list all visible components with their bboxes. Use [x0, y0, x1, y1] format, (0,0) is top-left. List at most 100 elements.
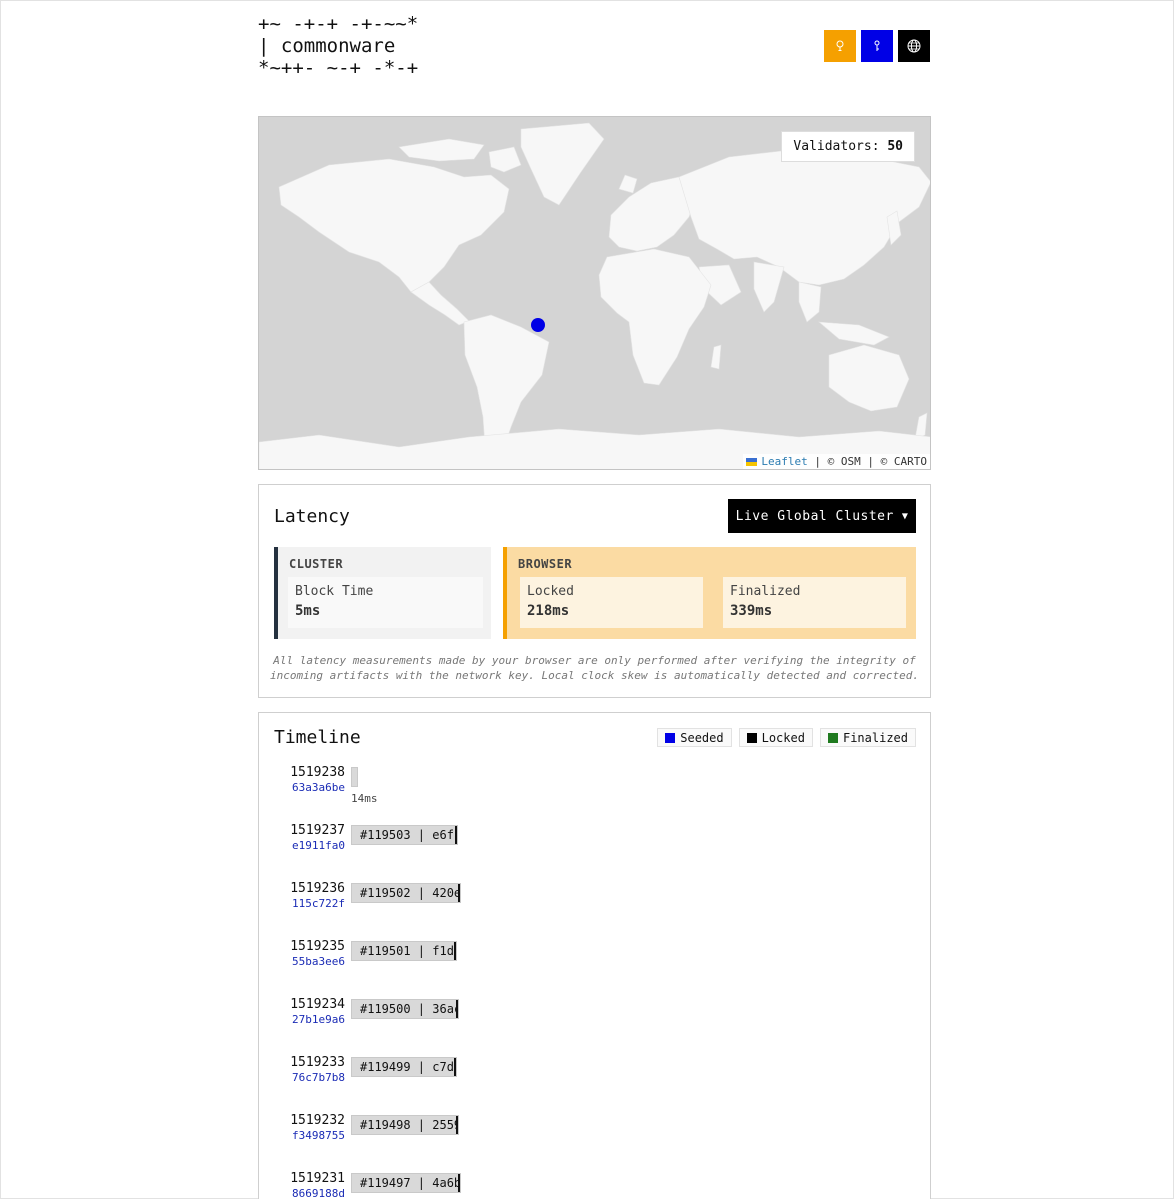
- timeline-bar: [351, 767, 358, 787]
- timeline-bar[interactable]: #119499 | c7da: [351, 1057, 457, 1077]
- validators-label: Validators:: [793, 139, 880, 154]
- view-hash[interactable]: 63a3a6be: [279, 781, 345, 794]
- locked-marker: [458, 884, 460, 902]
- row-header: 1519233 76c7b7b8: [279, 1055, 345, 1084]
- ukraine-flag-icon: [746, 458, 758, 466]
- finalized-label: Finalized: [730, 584, 801, 599]
- row-header: 1519235 55ba3ee6: [279, 939, 345, 968]
- view-number: 1519234: [290, 997, 345, 1012]
- timeline-legend: Seeded Locked Finalized: [657, 728, 916, 747]
- block-label: #119503 | e6fb: [360, 828, 458, 842]
- cluster-select-label: Live Global Cluster: [735, 508, 894, 524]
- timeline-bar[interactable]: #119503 | e6fb: [351, 825, 458, 845]
- row-header: 1519232 f3498755: [279, 1113, 345, 1142]
- latency-note: All latency measurements made by your br…: [269, 654, 919, 682]
- timeline-bar[interactable]: #119498 | 2559: [351, 1115, 459, 1135]
- locked-marker: [454, 1058, 456, 1076]
- key-button[interactable]: [861, 30, 893, 62]
- seed-latency: 14ms: [351, 792, 378, 805]
- browser-heading: BROWSER: [518, 557, 573, 571]
- view-hash[interactable]: 115c722f: [279, 897, 345, 910]
- locked-metric: Locked 218ms: [520, 577, 703, 628]
- timeline-row: 1519235 55ba3ee6 #119501 | f1da: [259, 939, 930, 997]
- validators-count: 50: [887, 139, 903, 154]
- timeline-title: Timeline: [274, 727, 361, 748]
- legend-locked: Locked: [738, 728, 813, 747]
- view-hash[interactable]: 8669188d: [279, 1187, 345, 1199]
- block-label: #119502 | 420e: [360, 886, 461, 900]
- globe-icon: [907, 39, 921, 53]
- block-time-metric: Block Time 5ms: [288, 577, 483, 628]
- view-hash[interactable]: 76c7b7b8: [279, 1071, 345, 1084]
- view-hash[interactable]: e1911fa0: [279, 839, 345, 852]
- locked-marker: [455, 826, 457, 844]
- timeline-row: 1519231 8669188d #119497 | 4a6b: [259, 1171, 930, 1199]
- latency-title: Latency: [274, 506, 350, 527]
- header-buttons: [824, 30, 930, 62]
- seeded-swatch: [665, 732, 676, 743]
- block-label: #119499 | c7da: [360, 1060, 457, 1074]
- row-header: 1519237 e1911fa0: [279, 823, 345, 852]
- view-hash[interactable]: 27b1e9a6: [279, 1013, 345, 1026]
- view-hash[interactable]: f3498755: [279, 1129, 345, 1142]
- row-header: 1519234 27b1e9a6: [279, 997, 345, 1026]
- locked-marker: [454, 942, 456, 960]
- block-label: #119501 | f1da: [360, 944, 457, 958]
- legend-finalized: Finalized: [819, 728, 916, 747]
- logo-line-3: *~++- ~-+ -*-+: [258, 57, 419, 79]
- finalized-swatch: [827, 732, 838, 743]
- finalized-value: 339ms: [730, 603, 773, 619]
- timeline-row: 1519232 f3498755 #119498 | 2559: [259, 1113, 930, 1171]
- lightbulb-icon: [836, 40, 844, 51]
- key-icon: [874, 40, 880, 51]
- timeline-bar[interactable]: #119497 | 4a6b: [351, 1173, 461, 1193]
- timeline-card: Timeline Seeded Locked Finalized 1519238…: [258, 712, 931, 1199]
- locked-marker: [458, 1174, 460, 1192]
- legend-seeded-label: Seeded: [680, 730, 724, 745]
- validator-marker: [531, 318, 545, 332]
- legend-seeded: Seeded: [657, 728, 732, 747]
- locked-marker: [456, 1000, 458, 1018]
- map-attribution: Leaflet | © OSM | © CARTO: [743, 454, 930, 469]
- validators-count-badge: Validators: 50: [781, 131, 915, 162]
- cluster-heading: CLUSTER: [289, 557, 344, 571]
- view-number: 1519237: [290, 823, 345, 838]
- locked-swatch: [746, 732, 757, 743]
- world-map-land: [259, 122, 930, 469]
- cluster-select[interactable]: Live Global Cluster ▼: [728, 499, 916, 533]
- block-time-label: Block Time: [295, 584, 374, 599]
- timeline-bar[interactable]: #119501 | f1da: [351, 941, 457, 961]
- row-header: 1519238 63a3a6be: [279, 765, 345, 794]
- view-number: 1519235: [290, 939, 345, 954]
- locked-label: Locked: [527, 584, 574, 599]
- block-time-value: 5ms: [295, 603, 321, 619]
- legend-finalized-label: Finalized: [842, 730, 908, 745]
- logo[interactable]: +~ -+-+ -+-~~* | commonware *~++- ~-+ -*…: [258, 13, 418, 79]
- validator-map[interactable]: Validators: 50 Leaflet | © OSM | © CARTO: [258, 116, 931, 470]
- cluster-metrics: CLUSTER Block Time 5ms: [274, 547, 491, 639]
- block-label: #119498 | 2559: [360, 1118, 459, 1132]
- view-number: 1519236: [290, 881, 345, 896]
- timeline-row: 1519234 27b1e9a6 #119500 | 36ac: [259, 997, 930, 1055]
- logo-line-1: +~ -+-+ -+-~~*: [258, 13, 419, 35]
- browser-metrics: BROWSER Locked 218ms Finalized 339ms: [503, 547, 916, 639]
- timeline-row: 1519238 63a3a6be 14ms: [259, 765, 930, 823]
- leaflet-link[interactable]: Leaflet: [761, 455, 807, 468]
- finalized-metric: Finalized 339ms: [723, 577, 906, 628]
- locked-value: 218ms: [527, 603, 570, 619]
- timeline-row: 1519237 e1911fa0 #119503 | e6fb: [259, 823, 930, 881]
- chevron-down-icon: ▼: [901, 510, 909, 522]
- row-header: 1519231 8669188d: [279, 1171, 345, 1199]
- row-header: 1519236 115c722f: [279, 881, 345, 910]
- timeline-row: 1519233 76c7b7b8 #119499 | c7da: [259, 1055, 930, 1113]
- timeline-row: 1519236 115c722f #119502 | 420e: [259, 881, 930, 939]
- globe-button[interactable]: [898, 30, 930, 62]
- timeline-bar[interactable]: #119500 | 36ac: [351, 999, 459, 1019]
- locked-marker: [456, 1116, 458, 1134]
- view-number: 1519232: [290, 1113, 345, 1128]
- view-number: 1519238: [290, 765, 345, 780]
- lightbulb-button[interactable]: [824, 30, 856, 62]
- logo-line-2: | commonware: [258, 35, 396, 57]
- timeline-bar[interactable]: #119502 | 420e: [351, 883, 461, 903]
- view-hash[interactable]: 55ba3ee6: [279, 955, 345, 968]
